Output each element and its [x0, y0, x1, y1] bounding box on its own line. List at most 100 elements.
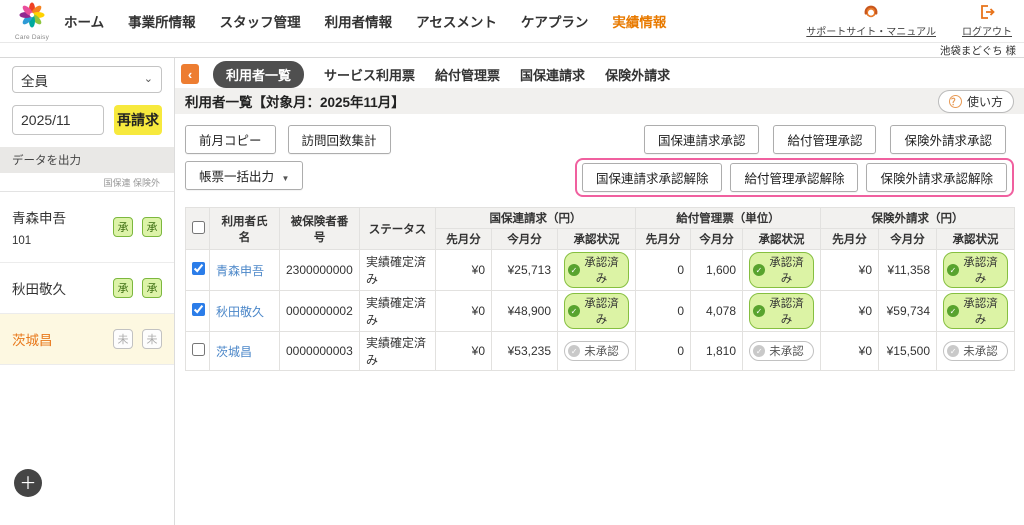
- add-user-button[interactable]: ＋: [14, 469, 42, 497]
- menu-item-careplan[interactable]: ケアプラン: [521, 11, 589, 31]
- month-row: 再請求: [12, 105, 162, 135]
- top-navigation: Care Daisy ホーム 事業所情報 スタッフ管理 利用者情報 アセスメント…: [0, 0, 1024, 42]
- user-name: 青森申吾: [12, 211, 66, 226]
- user-text: 青森申吾 101: [12, 207, 66, 247]
- hokengai-approved-badge: 承: [142, 278, 162, 298]
- check-circle-icon: ✓: [947, 305, 960, 317]
- insured-number-cell: 0000000003: [279, 331, 360, 371]
- menu-item-home[interactable]: ホーム: [64, 11, 104, 31]
- user-name-link[interactable]: 茨城昌: [216, 345, 252, 359]
- table-row: 青森申吾 2300000000 実績確定済み ¥0 ¥25,713 ✓ 承認済み …: [185, 249, 1016, 291]
- user-name-link[interactable]: 青森申吾: [216, 264, 264, 278]
- help-button-label: 使い方: [966, 94, 1003, 109]
- data-export-header[interactable]: データを出力: [0, 147, 174, 173]
- table-row: 秋田敬久 0000000002 実績確定済み ¥0 ¥48,900 ✓ 承認済み …: [185, 290, 1016, 332]
- user-billing-table: 利用者氏名 被保険者番号 ステータス 国保連請求（円） 給付管理票（単位） 保険…: [185, 207, 1016, 371]
- kokuho-approved-badge: 承: [113, 278, 133, 298]
- check-circle-icon: ✓: [753, 345, 766, 357]
- benefit-management-approve-button[interactable]: 給付管理承認: [773, 125, 877, 154]
- target-month-input[interactable]: [12, 105, 104, 135]
- menu-item-office[interactable]: 事業所情報: [128, 11, 196, 31]
- kokuho-cur-cell: ¥48,900: [491, 290, 558, 332]
- approved-pill: ✓ 承認済み: [943, 293, 1009, 329]
- subcol-prev-month: 先月分: [635, 228, 691, 250]
- kokuho-cur-cell: ¥25,713: [491, 249, 558, 291]
- list-item-user-akita[interactable]: 秋田敬久 承 承: [0, 263, 174, 314]
- logout-link-label[interactable]: ログアウト: [962, 23, 1012, 38]
- unapproved-pill: ✓ 未承認: [749, 341, 814, 361]
- help-button[interactable]: ？ 使い方: [937, 89, 1014, 113]
- badge-column-labels: 国保連 保険外: [103, 178, 160, 188]
- check-circle-icon: ✓: [947, 345, 960, 357]
- approved-pill: ✓ 承認済み: [943, 252, 1009, 288]
- approval-badges: 承 承: [113, 278, 162, 298]
- subcol-this-month: 今月分: [878, 228, 938, 250]
- user-filter-select[interactable]: 全員 ⌄: [12, 66, 162, 93]
- toolbar-left: 前月コピー 訪問回数集計 帳票一括出力 ▼: [185, 125, 391, 190]
- support-link-label[interactable]: サポートサイト・マニュアル: [806, 23, 936, 38]
- list-item-user-ibaraki[interactable]: 茨城昌 未 未: [0, 314, 174, 365]
- tab-kokuhoren-billing[interactable]: 国保連請求: [520, 65, 585, 84]
- col-header-user-name: 利用者氏名: [209, 207, 280, 250]
- toolbar-right: 国保連請求承認 給付管理承認 保険外請求承認 国保連請求承認解除 給付管理承認解…: [574, 125, 1014, 197]
- user-account-bar: 池袋まどぐち 様: [0, 42, 1024, 58]
- menu-item-assessment[interactable]: アセスメント: [416, 11, 497, 31]
- kyufu-prev-cell: 0: [635, 249, 691, 291]
- approved-pill: ✓ 承認済み: [564, 252, 629, 288]
- hokengai-cur-cell: ¥15,500: [878, 331, 938, 371]
- menu-item-users[interactable]: 利用者情報: [325, 11, 393, 31]
- visit-count-button[interactable]: 訪問回数集計: [287, 125, 391, 154]
- caret-down-icon: ▼: [281, 174, 290, 183]
- kokuhoren-billing-approve-button[interactable]: 国保連請求承認: [643, 125, 760, 154]
- kyufu-cur-cell: 1,600: [690, 249, 743, 291]
- row-checkbox[interactable]: [192, 303, 205, 316]
- approved-pill: ✓ 承認済み: [749, 293, 815, 329]
- menu-item-results[interactable]: 実績情報: [612, 11, 666, 31]
- unapproved-pill: ✓ 未承認: [943, 341, 1008, 361]
- tab-bar: ‹ 利用者一覧 サービス利用票 給付管理票 国保連請求 保険外請求: [175, 58, 1024, 88]
- support-link[interactable]: サポートサイト・マニュアル: [806, 5, 936, 38]
- brand-logo[interactable]: Care Daisy: [10, 2, 54, 41]
- check-circle-icon: ✓: [753, 264, 765, 276]
- row-checkbox[interactable]: [192, 262, 205, 275]
- check-circle-icon: ✓: [568, 264, 580, 276]
- tab-benefit-management-slip[interactable]: 給付管理票: [435, 65, 500, 84]
- insured-number-cell: 2300000000: [279, 249, 360, 291]
- tab-service-usage-slip[interactable]: サービス利用票: [324, 65, 415, 84]
- benefit-management-unapprove-button[interactable]: 給付管理承認解除: [730, 163, 859, 192]
- user-name-link[interactable]: 秋田敬久: [216, 305, 264, 319]
- subcol-approval-status: 承認状況: [741, 228, 822, 250]
- subcol-approval-status: 承認状況: [557, 228, 636, 250]
- user-text: 茨城昌: [12, 329, 53, 349]
- collapse-sidebar-button[interactable]: ‹: [181, 64, 199, 84]
- tab-noninsurance-billing[interactable]: 保険外請求: [605, 65, 670, 84]
- noninsurance-billing-unapprove-button[interactable]: 保険外請求承認解除: [866, 163, 1007, 192]
- tab-user-list[interactable]: 利用者一覧: [213, 60, 305, 88]
- rebill-button[interactable]: 再請求: [114, 105, 162, 135]
- user-name: 秋田敬久: [12, 282, 66, 297]
- check-circle-icon: ✓: [947, 264, 960, 276]
- hokengai-cur-cell: ¥59,734: [878, 290, 938, 332]
- hokengai-approval-cell: ✓ 承認済み: [936, 290, 1016, 332]
- kyufu-prev-cell: 0: [635, 331, 691, 371]
- unapprove-buttons-highlight-box: 国保連請求承認解除 給付管理承認解除 保険外請求承認解除: [574, 158, 1014, 197]
- prev-month-copy-button[interactable]: 前月コピー: [185, 125, 276, 154]
- page-body: 全員 ⌄ 再請求 データを出力 国保連 保険外 青森申吾 101 承 承: [0, 58, 1024, 525]
- select-all-checkbox[interactable]: [192, 220, 205, 234]
- noninsurance-billing-approve-button[interactable]: 保険外請求承認: [890, 125, 1006, 154]
- main-menu: ホーム 事業所情報 スタッフ管理 利用者情報 アセスメント ケアプラン 実績情報: [64, 11, 666, 31]
- kokuhoren-billing-unapprove-button[interactable]: 国保連請求承認解除: [581, 163, 723, 192]
- row-checkbox[interactable]: [192, 343, 205, 356]
- approved-pill: ✓ 承認済み: [749, 252, 815, 288]
- subcol-this-month: 今月分: [491, 228, 558, 250]
- logout-link[interactable]: ログアウト: [962, 4, 1012, 38]
- batch-report-output-button[interactable]: 帳票一括出力 ▼: [185, 161, 304, 190]
- menu-item-staff[interactable]: スタッフ管理: [220, 11, 301, 31]
- kyufu-approval-cell: ✓ 未承認: [741, 331, 822, 371]
- hokengai-prev-cell: ¥0: [820, 290, 880, 332]
- status-cell: 実績確定済み: [359, 331, 436, 371]
- list-item-user-aomori[interactable]: 青森申吾 101 承 承: [0, 192, 174, 263]
- hokengai-approval-cell: ✓ 未承認: [936, 331, 1016, 371]
- kyufu-prev-cell: 0: [635, 290, 691, 332]
- check-circle-icon: ✓: [568, 345, 581, 357]
